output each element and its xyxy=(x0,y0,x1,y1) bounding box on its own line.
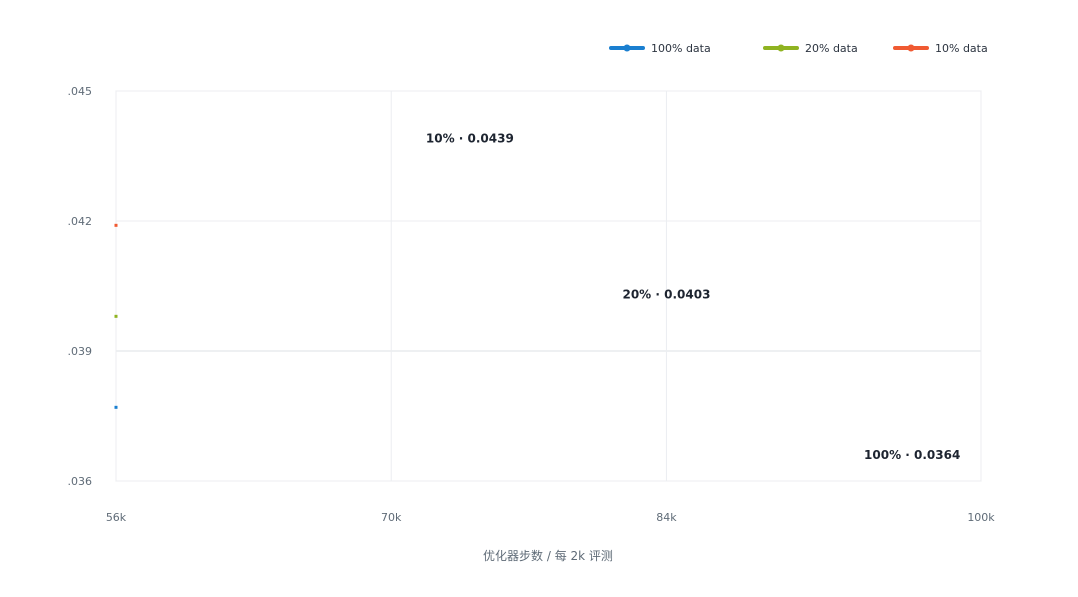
x-tick-label: 56k xyxy=(106,511,127,524)
annotation-label: 20% · 0.0403 xyxy=(622,288,710,302)
legend-swatch-marker xyxy=(907,44,915,52)
annotation-label: 100% · 0.0364 xyxy=(864,448,960,462)
annotations: 10% · 0.0439 20% · 0.0403 100% · 0.0364 xyxy=(426,132,960,462)
line-chart: 100% data 20% data 10% data .036.039.042.0… xyxy=(68,42,996,563)
y-tick-label: .045 xyxy=(68,85,93,98)
x-axis-title: 优化器步数 / 每 2k 评测 xyxy=(483,548,613,563)
y-axis: .036 .039 .042 .045 xyxy=(68,85,93,488)
y-tick-label: .042 xyxy=(68,215,93,228)
data-point xyxy=(114,405,118,409)
y-tick-label: .039 xyxy=(68,345,93,358)
data-point xyxy=(114,223,118,227)
legend-label: 20% data xyxy=(805,42,858,55)
plot-frame xyxy=(115,90,982,482)
legend-swatch-marker xyxy=(623,44,631,52)
data-point xyxy=(114,314,118,318)
legend: 100% data 20% data 10% data xyxy=(609,42,988,55)
legend-label: 10% data xyxy=(935,42,988,55)
y-tick-label: .036 xyxy=(68,475,93,488)
grid xyxy=(115,90,982,482)
x-tick-label: 100k xyxy=(967,511,995,524)
x-tick-label: 84k xyxy=(656,511,677,524)
annotation-label: 10% · 0.0439 xyxy=(426,132,514,146)
legend-label: 100% data xyxy=(651,42,711,55)
legend-swatch-marker xyxy=(777,44,785,52)
x-tick-label: 70k xyxy=(381,511,402,524)
x-axis: 56k 70k 84k 100k xyxy=(106,511,995,524)
